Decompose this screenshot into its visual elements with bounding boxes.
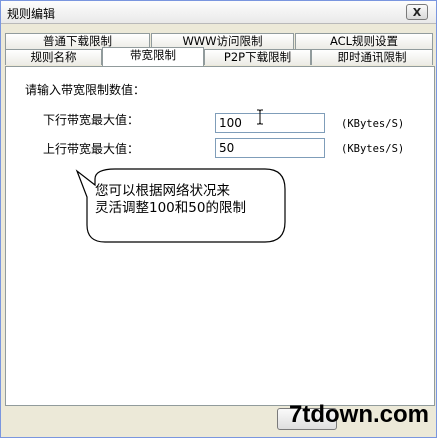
downlink-label: 下行带宽最大值： [43, 113, 140, 127]
text-cursor-icon [257, 109, 263, 125]
rule-edit-dialog: 规则编辑 X 普通下载限制 WWW访问限制 ACL规则设置 规则名称 带宽限制 … [0, 0, 437, 438]
window-title: 规则编辑 [7, 7, 56, 21]
downlink-max-input[interactable]: 100 [215, 113, 325, 133]
callout-line-1: 您可以根据网络状况来 [95, 183, 230, 199]
watermark: 7tdown.com [289, 401, 430, 428]
tab-bandwidth-limit[interactable]: 带宽限制 [102, 47, 204, 66]
close-button[interactable]: X [406, 4, 428, 20]
uplink-label: 上行带宽最大值： [43, 142, 140, 156]
tab-im-limit[interactable]: 即时通讯限制 [311, 49, 433, 65]
downlink-unit: (KBytes/S) [341, 118, 405, 130]
tab-p2p-download-limit[interactable]: P2P下载限制 [204, 49, 311, 65]
bandwidth-prompt: 请输入带宽限制数值： [25, 83, 146, 97]
uplink-max-input[interactable]: 50 [215, 138, 325, 158]
callout-text: 您可以根据网络状况来 灵活调整100和50的限制 [95, 183, 275, 217]
title-bar: 规则编辑 X [1, 1, 436, 24]
tab-acl-rule-settings[interactable]: ACL规则设置 [295, 33, 433, 49]
tab-rule-name[interactable]: 规则名称 [5, 49, 102, 65]
callout-line-2: 灵活调整100和50的限制 [95, 200, 246, 216]
uplink-unit: (KBytes/S) [341, 143, 405, 155]
